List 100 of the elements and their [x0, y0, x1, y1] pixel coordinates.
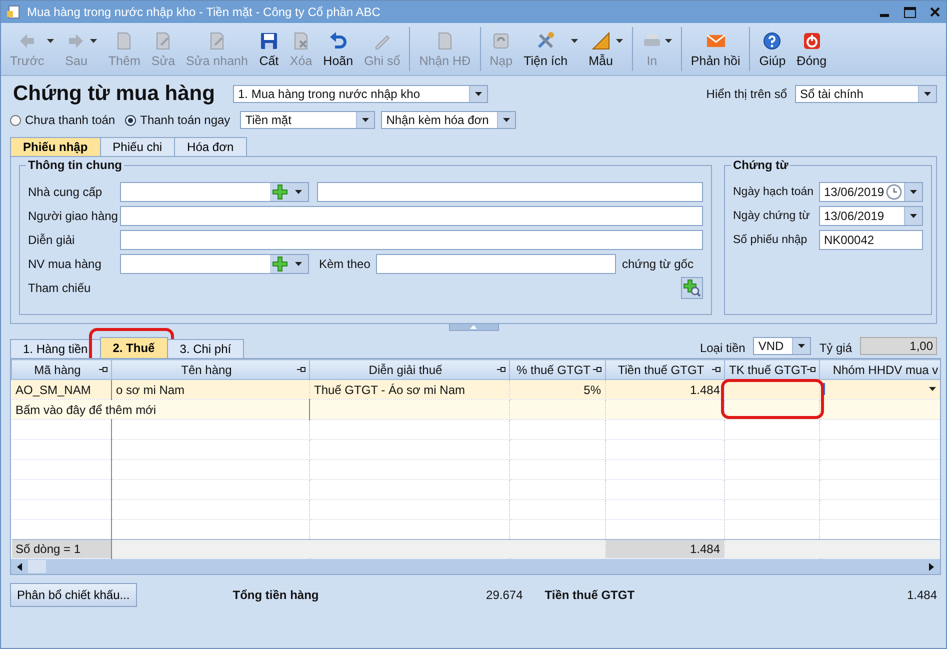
search-add-icon: [683, 279, 701, 297]
radio-label[interactable]: Chưa thanh toán: [25, 113, 116, 127]
table-cell: 1.484: [690, 382, 720, 396]
radio-button[interactable]: [10, 114, 21, 126]
tab[interactable]: Phiếu nhập: [10, 137, 101, 156]
caret-icon[interactable]: [295, 190, 302, 194]
horizontal-scrollbar[interactable]: [11, 559, 940, 574]
pin-icon[interactable]: [99, 366, 108, 373]
caret-icon[interactable]: [295, 262, 302, 266]
column-header[interactable]: Diễn giải thuế: [310, 360, 510, 380]
pin-icon[interactable]: [297, 366, 306, 373]
date-field[interactable]: 13/06/2019: [819, 182, 923, 202]
caret-icon: [910, 190, 917, 194]
tab[interactable]: 1. Hàng tiền: [10, 339, 101, 358]
caret-icon: [570, 39, 578, 43]
column-header[interactable]: % thuế GTGT: [510, 360, 606, 380]
ruler-icon: [590, 30, 611, 50]
tab[interactable]: Phiếu chi: [100, 137, 176, 156]
vat-total-label: Tiền thuế GTGT: [544, 588, 636, 602]
column-header[interactable]: Nhóm HHDV mua v: [820, 360, 940, 380]
close-icon[interactable]: [930, 7, 940, 17]
toolbar-button[interactable]: Tiện ích: [518, 27, 584, 71]
input-field[interactable]: [376, 254, 616, 274]
total-goods-label: Tổng tiền hàng: [232, 588, 320, 602]
caret-icon: [664, 39, 672, 43]
add-icon[interactable]: [272, 256, 288, 272]
field-label: chứng từ gốc: [622, 257, 694, 271]
column-header[interactable]: Tiền thuế GTGT: [606, 360, 724, 380]
pin-icon[interactable]: [497, 366, 506, 373]
field-label: Tham chiếu: [28, 281, 92, 295]
pin-icon[interactable]: [593, 366, 602, 373]
pin-icon[interactable]: [712, 366, 721, 373]
table-cell: 5%: [584, 382, 601, 396]
field-label: Kèm theo: [319, 257, 372, 271]
left-arrow-icon[interactable]: [17, 562, 22, 570]
refresh-icon: [491, 30, 512, 50]
radio-button[interactable]: [125, 114, 136, 126]
dropdown-editor[interactable]: [822, 381, 936, 397]
input-field[interactable]: [120, 230, 703, 250]
exchange-rate-label: Tỷ giá: [819, 341, 852, 355]
toolbar-button[interactable]: Hoãn: [318, 27, 360, 71]
tab[interactable]: Hóa đơn: [174, 137, 247, 156]
tab[interactable]: 2. Thuế: [100, 337, 168, 358]
input-field[interactable]: NK00042: [819, 230, 923, 250]
pin-icon[interactable]: [807, 366, 816, 373]
collapse-icon: [470, 325, 477, 329]
reference-button[interactable]: [681, 277, 703, 299]
help-icon: [762, 30, 782, 50]
field-label: Ngày hạch toán: [733, 186, 815, 198]
caret-icon: [362, 118, 370, 122]
column-header[interactable]: Tên hàng: [112, 360, 310, 380]
book-dropdown[interactable]: Sổ tài chính: [795, 85, 937, 103]
voucher-type-dropdown[interactable]: 1. Mua hàng trong nước nhập kho: [233, 85, 488, 103]
lookup-field[interactable]: [120, 254, 309, 274]
row-count: Số dòng = 1: [16, 542, 81, 556]
exchange-rate-field[interactable]: 1,00: [860, 337, 937, 355]
power-icon: [802, 30, 822, 50]
caret-icon: [475, 92, 482, 96]
total-cell: 1.484: [690, 542, 720, 556]
input-field[interactable]: [120, 206, 703, 226]
toolbar-button[interactable]: Mẫu: [584, 27, 633, 71]
radio-label[interactable]: Thanh toán ngay: [140, 113, 230, 127]
field-label: Ngày chứng từ: [733, 210, 811, 222]
caret-icon: [90, 39, 98, 43]
tab[interactable]: 3. Chi phí: [166, 339, 244, 358]
table-cell: AO_SM_NAM: [16, 382, 91, 396]
field-label: Diễn giải: [28, 233, 76, 247]
column-header[interactable]: TK thuế GTGT: [724, 360, 820, 380]
clock-icon[interactable]: [886, 184, 902, 200]
tools-icon: [536, 30, 556, 50]
column-header[interactable]: Mã hàng: [12, 360, 112, 380]
save-icon: [258, 30, 279, 50]
caret-icon: [47, 39, 54, 43]
caret-icon: [798, 344, 806, 348]
maximize-icon[interactable]: [904, 6, 916, 18]
collapse-handle[interactable]: [448, 324, 498, 331]
book-label: Hiển thị trên sổ: [706, 87, 787, 101]
toolbar-button[interactable]: Giúp: [754, 27, 792, 71]
voucher-title: Chứng từ mua hàng: [13, 82, 216, 106]
payment-method-dropdown[interactable]: Tiền mặt: [240, 111, 376, 129]
document-icon: [7, 5, 21, 19]
add-icon[interactable]: [272, 184, 288, 200]
toolbar-button[interactable]: Đóng: [792, 27, 833, 71]
toolbar-button[interactable]: Phản hồi: [686, 27, 750, 71]
toolbar-button[interactable]: Cất: [254, 27, 285, 71]
invoice-option-dropdown[interactable]: Nhận kèm hóa đơn: [381, 111, 516, 129]
group-title: Thông tin chung: [26, 158, 124, 172]
allocate-discount-button[interactable]: Phân bổ chiết khấu...: [10, 583, 137, 607]
caret-icon: [616, 39, 623, 43]
currency-dropdown[interactable]: VND: [753, 337, 812, 355]
vat-total-value: 1.484: [906, 588, 937, 602]
field-label: Người giao hàng: [28, 209, 119, 223]
lookup-field[interactable]: [120, 182, 309, 202]
scrollbar-thumb[interactable]: [28, 560, 46, 573]
date-field[interactable]: 13/06/2019: [819, 206, 923, 226]
field-label: Nhà cung cấp: [28, 185, 104, 199]
input-field[interactable]: [317, 182, 703, 202]
caret-icon: [503, 118, 510, 122]
right-arrow-icon[interactable]: [929, 562, 934, 570]
caret-icon: [929, 387, 936, 391]
